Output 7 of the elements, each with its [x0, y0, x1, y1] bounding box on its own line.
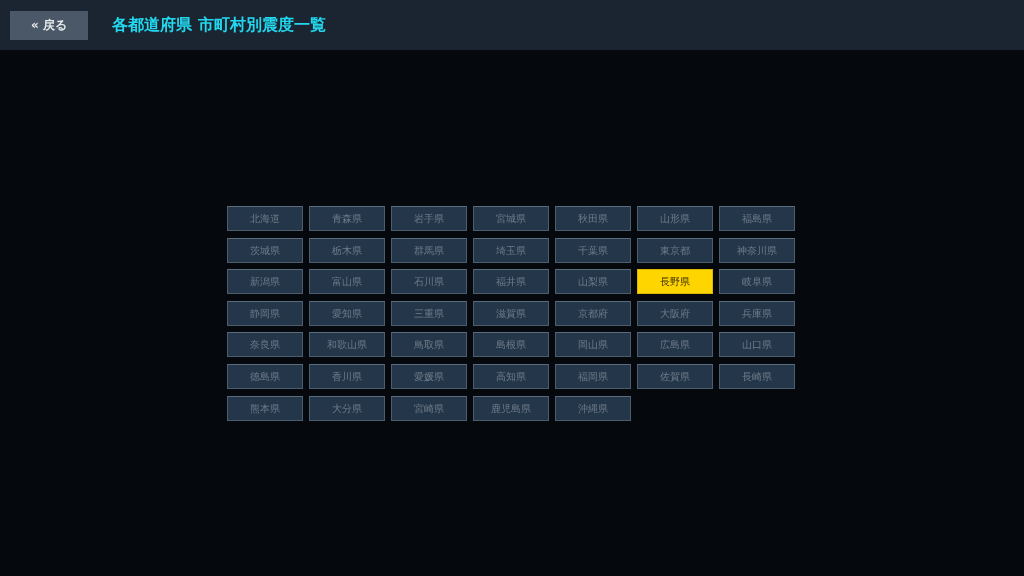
- prefecture-button[interactable]: 東京都: [637, 237, 713, 263]
- prefecture-button[interactable]: 北海道: [227, 206, 303, 231]
- prefecture-button[interactable]: 長野県: [637, 269, 713, 295]
- prefecture-button[interactable]: 京都府: [555, 300, 631, 326]
- prefecture-button[interactable]: 大阪府: [637, 300, 713, 326]
- back-button[interactable]: « 戻る: [10, 10, 88, 40]
- page-title: 各都道府県 市町村別震度一覧: [112, 14, 326, 36]
